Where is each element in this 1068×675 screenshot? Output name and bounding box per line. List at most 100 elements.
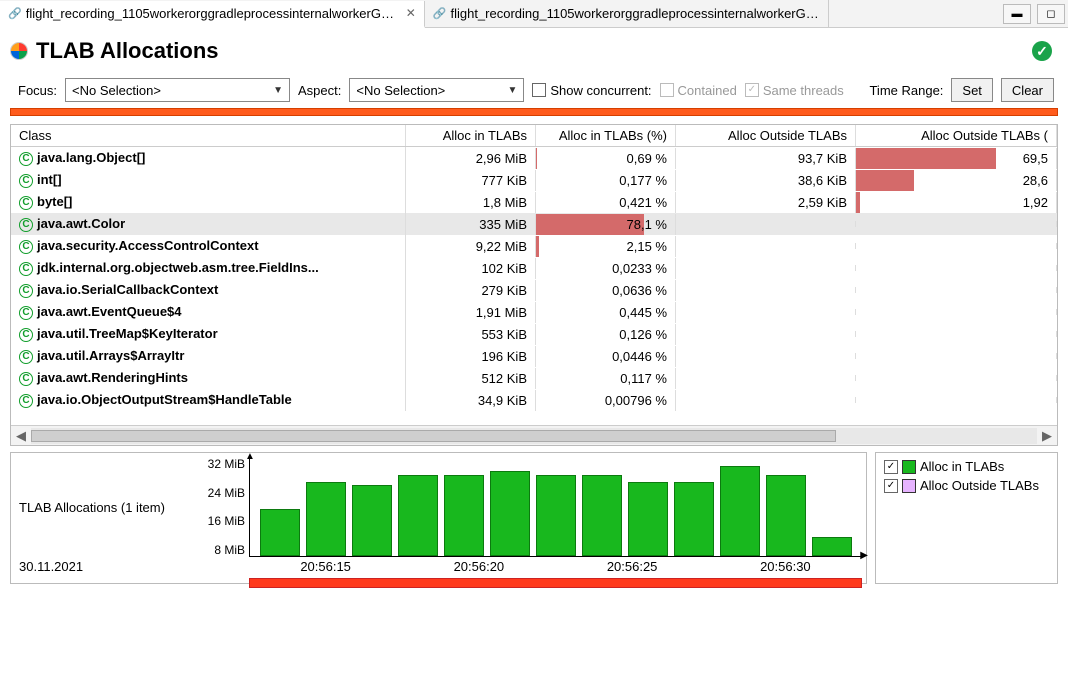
cell-class: Cjava.awt.RenderingHints	[11, 367, 406, 389]
filter-toolbar: Focus: <No Selection> ▼ Aspect: <No Sele…	[0, 74, 1068, 108]
scroll-thumb[interactable]	[31, 430, 836, 442]
clear-button[interactable]: Clear	[1001, 78, 1054, 102]
table-row[interactable]: Cjava.io.ObjectOutputStream$HandleTable3…	[11, 389, 1057, 411]
table-row[interactable]: Cjava.awt.EventQueue$41,91 MiB0,445 %	[11, 301, 1057, 323]
tab-recording-inactive[interactable]: 🔗 flight_recording_1105workerorggradlepr…	[425, 0, 830, 27]
link-icon: 🔗	[8, 7, 22, 20]
cell-alloc-outside-tlabs-pct: 69,5	[856, 148, 1057, 169]
chart-bar	[536, 475, 576, 556]
show-concurrent-label: Show concurrent:	[550, 83, 651, 98]
xtick: 20:56:25	[556, 559, 709, 574]
scroll-right-icon[interactable]: ▶	[1037, 428, 1057, 444]
col-alloc-in-tlabs-pct[interactable]: Alloc in TLABs (%)	[536, 125, 676, 146]
chart-bar	[352, 485, 392, 556]
ytick: 8 MiB	[214, 543, 245, 557]
swatch-violet-icon	[902, 479, 916, 493]
chart-legend: ✓ Alloc in TLABs ✓ Alloc Outside TLABs	[875, 452, 1058, 584]
focus-select[interactable]: <No Selection> ▼	[65, 78, 290, 102]
plot-area[interactable]: ▲ ▶	[249, 457, 862, 557]
contained-label: Contained	[678, 83, 737, 98]
cell-alloc-in-tlabs-pct: 2,15 %	[536, 236, 676, 257]
table-row[interactable]: Cjava.util.Arrays$ArrayItr196 KiB0,0446 …	[11, 345, 1057, 367]
col-class[interactable]: Class	[11, 125, 406, 146]
show-concurrent-checkbox[interactable]: Show concurrent:	[532, 83, 651, 98]
cell-alloc-outside-tlabs	[676, 331, 856, 337]
ytick: 32 MiB	[208, 457, 245, 471]
horizontal-scrollbar[interactable]: ◀ ▶	[11, 425, 1057, 445]
cell-alloc-outside-tlabs	[676, 265, 856, 271]
table-row[interactable]: Cint[]777 KiB0,177 %38,6 KiB28,6	[11, 169, 1057, 191]
chart-bar	[582, 475, 622, 556]
cell-alloc-in-tlabs-pct: 0,0446 %	[536, 346, 676, 367]
minimize-button[interactable]: ▬	[1003, 4, 1031, 24]
table-row[interactable]: Cjava.util.TreeMap$KeyIterator553 KiB0,1…	[11, 323, 1057, 345]
cell-alloc-outside-tlabs	[676, 375, 856, 381]
col-alloc-outside-tlabs[interactable]: Alloc Outside TLABs	[676, 125, 856, 146]
class-icon: C	[19, 152, 33, 166]
tab-bar: 🔗 flight_recording_1105workerorggradlepr…	[0, 0, 1068, 28]
time-range-bar-top[interactable]	[10, 108, 1058, 116]
table-header: Class Alloc in TLABs Alloc in TLABs (%) …	[11, 125, 1057, 147]
class-icon: C	[19, 328, 33, 342]
table-row[interactable]: Cjdk.internal.org.objectweb.asm.tree.Fie…	[11, 257, 1057, 279]
close-icon[interactable]: ✕	[406, 6, 416, 20]
col-alloc-in-tlabs[interactable]: Alloc in TLABs	[406, 125, 536, 146]
maximize-button[interactable]: ◻	[1037, 4, 1065, 24]
table-row[interactable]: Cjava.awt.RenderingHints512 KiB0,117 %	[11, 367, 1057, 389]
scroll-track[interactable]	[31, 428, 1037, 444]
chart-zone: TLAB Allocations (1 item) 32 MiB 24 MiB …	[10, 452, 1058, 584]
time-range-label: Time Range:	[869, 83, 943, 98]
cell-alloc-in-tlabs: 9,22 MiB	[406, 236, 536, 257]
cell-class: Cjava.util.Arrays$ArrayItr	[11, 345, 406, 367]
swatch-green-icon	[902, 460, 916, 474]
class-icon: C	[19, 196, 33, 210]
table-row[interactable]: Cbyte[]1,8 MiB0,421 %2,59 KiB1,92	[11, 191, 1057, 213]
set-button[interactable]: Set	[951, 78, 993, 102]
page-header: TLAB Allocations ✓	[0, 28, 1068, 74]
axis-arrow-up-icon: ▲	[245, 451, 255, 462]
cell-alloc-in-tlabs: 512 KiB	[406, 368, 536, 389]
chart-yaxis: 32 MiB 24 MiB 16 MiB 8 MiB	[194, 457, 249, 557]
cell-class: Cjava.util.TreeMap$KeyIterator	[11, 323, 406, 345]
focus-value: <No Selection>	[72, 83, 161, 98]
col-alloc-outside-tlabs-pct[interactable]: Alloc Outside TLABs (	[856, 125, 1057, 146]
cell-alloc-in-tlabs: 553 KiB	[406, 324, 536, 345]
cell-alloc-in-tlabs: 777 KiB	[406, 170, 536, 191]
cell-alloc-outside-tlabs	[676, 221, 856, 227]
cell-class: Cint[]	[11, 169, 406, 191]
cell-alloc-in-tlabs: 335 MiB	[406, 214, 536, 235]
same-threads-checkbox: ✓ Same threads	[745, 83, 844, 98]
cell-alloc-in-tlabs-pct: 0,421 %	[536, 192, 676, 213]
checkbox-icon	[532, 83, 546, 97]
legend-alloc-in-tlabs[interactable]: ✓ Alloc in TLABs	[884, 459, 1049, 474]
table-row[interactable]: Cjava.lang.Object[]2,96 MiB0,69 %93,7 Ki…	[11, 147, 1057, 169]
aspect-label: Aspect:	[298, 83, 341, 98]
aspect-select[interactable]: <No Selection> ▼	[349, 78, 524, 102]
scroll-left-icon[interactable]: ◀	[11, 428, 31, 444]
cell-alloc-in-tlabs: 34,9 KiB	[406, 390, 536, 411]
table-row[interactable]: Cjava.security.AccessControlContext9,22 …	[11, 235, 1057, 257]
page-title: TLAB Allocations	[36, 38, 219, 64]
tlab-chart[interactable]: TLAB Allocations (1 item) 32 MiB 24 MiB …	[10, 452, 867, 584]
legend-alloc-outside-tlabs[interactable]: ✓ Alloc Outside TLABs	[884, 478, 1049, 493]
same-threads-label: Same threads	[763, 83, 844, 98]
cell-class: Cjava.security.AccessControlContext	[11, 235, 406, 257]
cell-class: Cjava.awt.Color	[11, 213, 406, 235]
cell-alloc-in-tlabs: 279 KiB	[406, 280, 536, 301]
cell-alloc-outside-tlabs: 93,7 KiB	[676, 148, 856, 169]
table-row[interactable]: Cjava.awt.Color335 MiB78,1 %	[11, 213, 1057, 235]
aspect-value: <No Selection>	[356, 83, 445, 98]
tab-label: flight_recording_1105workerorggradleproc…	[26, 6, 396, 21]
axis-arrow-right-icon: ▶	[860, 550, 868, 561]
ytick: 16 MiB	[208, 514, 245, 528]
time-range-bar-bottom[interactable]	[249, 578, 862, 588]
cell-alloc-outside-tlabs	[676, 243, 856, 249]
chevron-down-icon: ▼	[273, 85, 283, 96]
cell-alloc-in-tlabs-pct: 0,117 %	[536, 368, 676, 389]
checkbox-icon	[660, 83, 674, 97]
cell-alloc-in-tlabs-pct: 0,126 %	[536, 324, 676, 345]
status-ok-badge[interactable]: ✓	[1032, 41, 1052, 61]
table-row[interactable]: Cjava.io.SerialCallbackContext279 KiB0,0…	[11, 279, 1057, 301]
cell-alloc-outside-tlabs-pct	[856, 243, 1057, 249]
tab-recording-active[interactable]: 🔗 flight_recording_1105workerorggradlepr…	[0, 1, 425, 28]
